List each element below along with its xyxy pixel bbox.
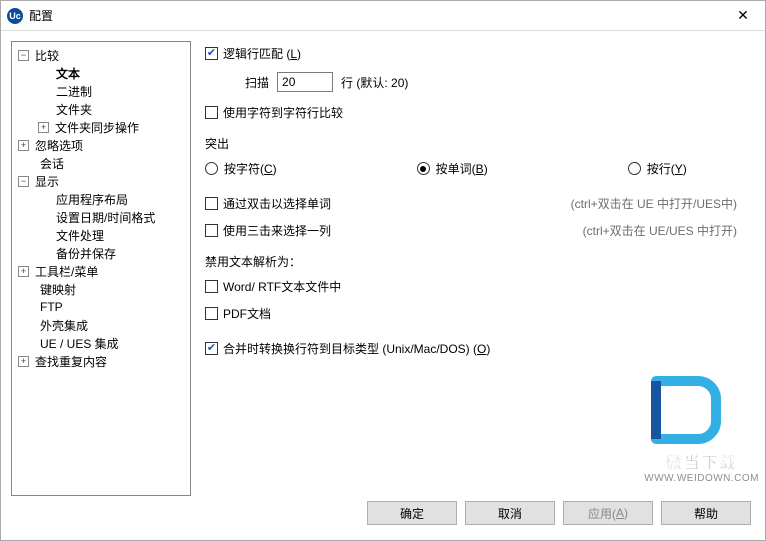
disable-parse-label: 禁用文本解析为： (205, 253, 747, 270)
radio-by-line[interactable]: 按行(Y) (628, 160, 687, 177)
dialog-body: − 比较 文本 二进制 文件夹 +文件夹同步操作 +忽略选项 会话 −显示 应用… (1, 31, 765, 496)
category-tree[interactable]: − 比较 文本 二进制 文件夹 +文件夹同步操作 +忽略选项 会话 −显示 应用… (11, 41, 191, 496)
collapse-icon[interactable]: − (18, 176, 29, 187)
tree-item-shell[interactable]: 外壳集成 (14, 316, 188, 334)
word-rtf-checkbox[interactable]: Word/ RTF文本文件中 (205, 278, 341, 295)
tree-item-datetime[interactable]: 设置日期/时间格式 (14, 208, 188, 226)
logical-line-match-checkbox[interactable]: 逻辑行匹配 (L) (205, 45, 301, 62)
ok-button[interactable]: 确定 (367, 501, 457, 525)
tree-item-toolbar[interactable]: +工具栏/菜单 (14, 262, 188, 280)
tree-item-ftp[interactable]: FTP (14, 298, 188, 316)
radio-icon (628, 162, 641, 175)
checkbox-icon (205, 197, 218, 210)
checkbox-icon (205, 280, 218, 293)
dblclick-word-hint: (ctrl+双击在 UE 中打开/UES中) (571, 195, 737, 212)
config-dialog: Uc 配置 ✕ − 比较 文本 二进制 文件夹 +文件夹同步操作 +忽略选项 会… (0, 0, 766, 541)
tree-item-foldersync[interactable]: +文件夹同步操作 (14, 118, 188, 136)
tree-item-binary[interactable]: 二进制 (14, 82, 188, 100)
scan-suffix: 行 (默认: 20) (341, 74, 408, 91)
checkbox-icon (205, 224, 218, 237)
checkbox-icon (205, 307, 218, 320)
scan-lines-input[interactable] (277, 72, 333, 92)
tree-item-folder[interactable]: 文件夹 (14, 100, 188, 118)
checkbox-icon (205, 47, 218, 60)
tree-item-filehandle[interactable]: 文件处理 (14, 226, 188, 244)
tree-item-ueues[interactable]: UE / UES 集成 (14, 334, 188, 352)
highlight-label: 突出 (205, 135, 747, 152)
merge-eol-checkbox[interactable]: 合并时转换换行符到目标类型 (Unix/Mac/DOS) (O) (205, 340, 490, 357)
dialog-footer: 确定 取消 应用(A) 帮助 (1, 496, 765, 540)
titlebar: Uc 配置 ✕ (1, 1, 765, 31)
radio-by-word[interactable]: 按单词(B) (417, 160, 488, 177)
tree-item-compare[interactable]: − 比较 (14, 46, 188, 64)
highlight-radio-group: 按字符(C) 按单词(B) 按行(Y) (205, 160, 747, 177)
tree-item-ignore[interactable]: +忽略选项 (14, 136, 188, 154)
app-icon: Uc (7, 8, 23, 24)
expand-icon[interactable]: + (18, 140, 29, 151)
expand-icon[interactable]: + (18, 266, 29, 277)
cancel-button[interactable]: 取消 (465, 501, 555, 525)
triple-click-hint: (ctrl+双击在 UE/UES 中打开) (583, 222, 737, 239)
tree-item-text[interactable]: 文本 (14, 64, 188, 82)
radio-icon (205, 162, 218, 175)
close-button[interactable]: ✕ (721, 1, 765, 31)
char-to-char-checkbox[interactable]: 使用字符到字符行比较 (205, 104, 343, 121)
checkbox-icon (205, 106, 218, 119)
dblclick-word-checkbox[interactable]: 通过双击以选择单词 (205, 195, 331, 212)
scan-label: 扫描 (245, 74, 269, 91)
help-button[interactable]: 帮助 (661, 501, 751, 525)
tree-item-layout[interactable]: 应用程序布局 (14, 190, 188, 208)
expand-icon[interactable]: + (18, 356, 29, 367)
triple-click-checkbox[interactable]: 使用三击来选择一列 (205, 222, 331, 239)
tree-item-backupsave[interactable]: 备份并保存 (14, 244, 188, 262)
radio-icon (417, 162, 430, 175)
expand-icon[interactable]: + (38, 122, 49, 133)
apply-button[interactable]: 应用(A) (563, 501, 653, 525)
tree-item-finddup[interactable]: +查找重复内容 (14, 352, 188, 370)
settings-panel: 逻辑行匹配 (L) 扫描 行 (默认: 20) 使用字符到字符行比较 突出 按字… (201, 41, 755, 496)
checkbox-icon (205, 342, 218, 355)
tree-item-keymap[interactable]: 键映射 (14, 280, 188, 298)
pdf-checkbox[interactable]: PDF文档 (205, 305, 271, 322)
tree-item-display[interactable]: −显示 (14, 172, 188, 190)
window-title: 配置 (29, 7, 721, 24)
radio-by-char[interactable]: 按字符(C) (205, 160, 277, 177)
collapse-icon[interactable]: − (18, 50, 29, 61)
tree-item-session[interactable]: 会话 (14, 154, 188, 172)
